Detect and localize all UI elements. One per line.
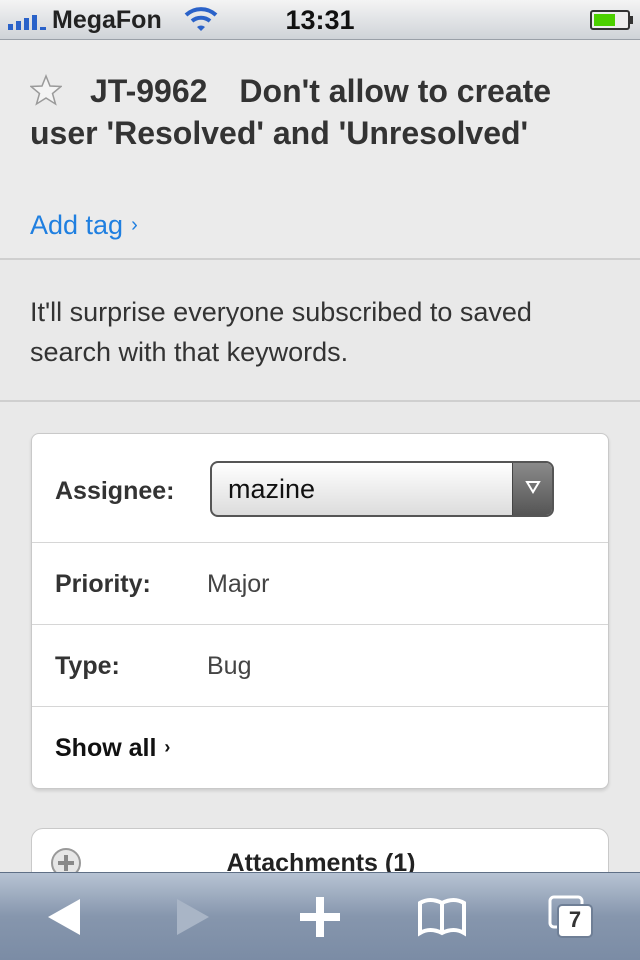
assignee-label: Assignee: [55, 477, 175, 505]
type-label: Type: [55, 652, 120, 680]
clock: 13:31 [285, 5, 355, 35]
priority-row: Priority: Major [32, 543, 608, 625]
issue-description: It'll surprise everyone subscribed to sa… [30, 297, 532, 367]
assignee-row: Assignee: mazine [32, 434, 608, 543]
battery-icon [590, 10, 633, 30]
tab-count: 7 [568, 907, 582, 932]
back-icon[interactable] [40, 891, 92, 943]
assignee-select[interactable]: mazine [210, 461, 554, 517]
add-icon[interactable] [294, 891, 346, 943]
add-tag-link[interactable]: Add tag › [30, 210, 138, 241]
priority-value[interactable]: Major [207, 570, 270, 599]
assignee-value: mazine [228, 474, 316, 504]
priority-label: Priority: [55, 570, 151, 598]
add-tag-label: Add tag [30, 210, 124, 240]
status-bar: MegaFon 13:31 [0, 0, 640, 40]
show-all-row[interactable]: Show all › [32, 707, 608, 789]
forward-icon[interactable] [165, 891, 217, 943]
browser-toolbar: 7 [0, 872, 640, 960]
type-row: Type: Bug [32, 625, 608, 707]
issue-header: JT-9962 Don't allow to create user 'Resol… [0, 40, 640, 260]
type-value[interactable]: Bug [207, 652, 251, 681]
dropdown-arrow-icon [512, 463, 552, 515]
chevron-right-icon: › [131, 214, 138, 236]
show-all-label: Show all [55, 734, 157, 762]
issue-title: JT-9962 Don't allow to create user 'Resol… [30, 70, 620, 154]
issue-id: JT-9962 [90, 73, 208, 109]
issue-fields-card: Assignee: mazine Priority: Major Type: B… [31, 433, 609, 789]
tabs-icon[interactable]: 7 [546, 891, 598, 943]
bookmarks-icon[interactable] [416, 891, 468, 943]
chevron-right-icon: › [164, 737, 171, 757]
issue-description-section: It'll surprise everyone subscribed to sa… [0, 262, 640, 402]
show-all-link[interactable]: Show all › [55, 734, 170, 763]
